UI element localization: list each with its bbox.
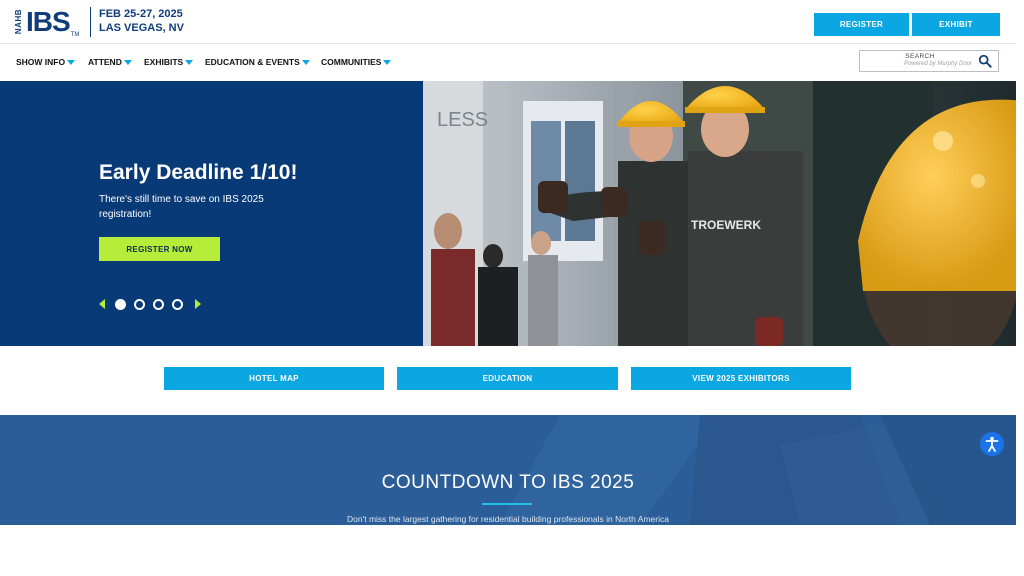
hotel-map-button[interactable]: HOTEL MAP [164, 367, 384, 390]
countdown-section: COUNTDOWN TO IBS 2025 Don't miss the lar… [0, 415, 1016, 525]
hero-photo: LESS TROEWERK [423, 81, 1016, 346]
site-header: NAHB IBS TM FEB 25-27, 2025 LAS VEGAS, N… [0, 0, 1016, 44]
nav-item-label: SHOW INFO [16, 57, 66, 67]
slider-controls [99, 298, 201, 310]
hero-banner: Early Deadline 1/10! There's still time … [0, 81, 1016, 346]
event-info: FEB 25-27, 2025 LAS VEGAS, NV [90, 7, 184, 37]
hero-title: Early Deadline 1/10! [99, 161, 298, 184]
svg-text:LESS: LESS [437, 109, 488, 131]
nav-item-exhibits[interactable]: EXHIBITS [144, 57, 194, 67]
shirt-text: TROEWERK [691, 218, 761, 232]
nav-item-label: EDUCATION & EVENTS [205, 57, 300, 67]
countdown-divider [482, 503, 532, 505]
page: NAHB IBS TM FEB 25-27, 2025 LAS VEGAS, N… [0, 0, 1024, 576]
countdown-title: COUNTDOWN TO IBS 2025 [381, 472, 635, 493]
slide-dot-4[interactable] [172, 298, 183, 310]
register-now-button[interactable]: REGISTER NOW [99, 237, 220, 261]
accessibility-icon [985, 436, 999, 452]
caret-down-icon [185, 59, 194, 65]
view-exhibitors-button[interactable]: VIEW 2025 EXHIBITORS [631, 367, 851, 390]
nav-item-show-info[interactable]: SHOW INFO [16, 57, 76, 67]
caret-down-icon [67, 59, 76, 65]
hero-photo-illustration: LESS TROEWERK [423, 81, 1016, 346]
search-icon[interactable] [978, 54, 992, 68]
caret-down-icon [301, 59, 310, 65]
countdown-subtitle: Don't miss the largest gathering for res… [347, 514, 669, 524]
nav-item-education-events[interactable]: EDUCATION & EVENTS [205, 57, 310, 67]
logo-text: IBS [26, 6, 71, 37]
slide-dot-1[interactable] [115, 298, 126, 310]
slide-dot-2[interactable] [134, 298, 145, 310]
nav-item-attend[interactable]: ATTEND [88, 57, 132, 67]
logo-tm: TM [70, 32, 80, 38]
countdown-background [0, 415, 1016, 525]
event-dates: FEB 25-27, 2025 [99, 8, 183, 20]
hero-text: There's still time to save on IBS 2025 r… [99, 194, 264, 220]
ibs-logo[interactable]: NAHB IBS TM [14, 6, 80, 39]
slide-dot-3[interactable] [153, 298, 164, 310]
accessibility-button[interactable] [980, 432, 1004, 456]
search-input[interactable]: SEARCH Powered by Murphy Door [859, 50, 999, 72]
search-label: SEARCH [905, 53, 935, 60]
event-location: LAS VEGAS, NV [99, 22, 184, 34]
nav-item-label: COMMUNITIES [321, 57, 382, 67]
register-button[interactable]: REGISTER [814, 13, 909, 36]
next-slide-icon[interactable] [195, 299, 201, 309]
logo-org: NAHB [14, 9, 23, 35]
nav-item-communities[interactable]: COMMUNITIES [321, 57, 392, 67]
caret-down-icon [123, 59, 132, 65]
hero-panel: Early Deadline 1/10! There's still time … [0, 81, 423, 346]
nav-item-label: ATTEND [88, 57, 122, 67]
nav-item-label: EXHIBITS [144, 57, 184, 67]
exhibit-button[interactable]: EXHIBIT [912, 13, 1000, 36]
prev-slide-icon[interactable] [99, 299, 105, 309]
education-button[interactable]: EDUCATION [397, 367, 618, 390]
search-powered-by: Powered by Murphy Door [903, 61, 972, 67]
caret-down-icon [383, 59, 392, 65]
